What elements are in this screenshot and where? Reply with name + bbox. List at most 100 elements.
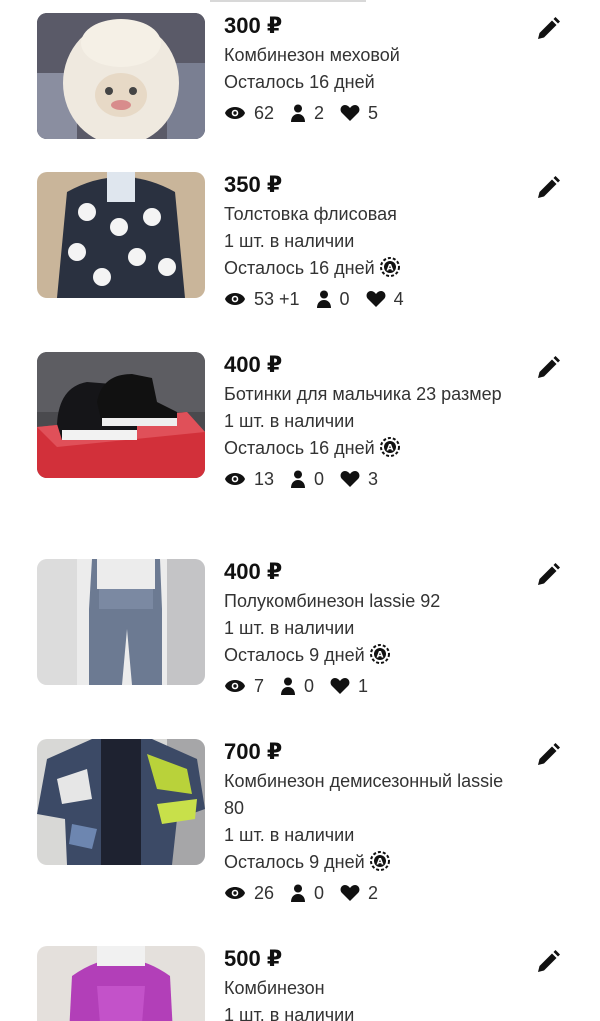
likes-count: 2 bbox=[368, 883, 379, 903]
listing-item[interactable]: 350 ₽ Толстовка флисовая 1 шт. в наличии… bbox=[0, 172, 600, 342]
views-stat: 7 bbox=[224, 669, 264, 703]
eye-icon bbox=[225, 680, 245, 692]
heart-icon bbox=[340, 105, 360, 121]
likes-count: 3 bbox=[368, 469, 379, 489]
svg-text:A: A bbox=[386, 444, 393, 454]
listing-price: 300 ₽ bbox=[224, 13, 283, 38]
views-count: 26 bbox=[254, 883, 275, 903]
likes-count: 5 bbox=[368, 103, 379, 123]
listing-price: 400 ₽ bbox=[224, 559, 283, 584]
contacts-count: 0 bbox=[339, 289, 350, 309]
likes-stat: 2 bbox=[340, 876, 378, 910]
listing-stock: 1 шт. в наличии bbox=[224, 411, 355, 431]
likes-count: 1 bbox=[358, 676, 369, 696]
promo-badge-icon[interactable]: A bbox=[369, 850, 391, 872]
listing-stats: 62 2 5 bbox=[224, 96, 524, 130]
listing-stats: 7 0 1 bbox=[224, 669, 524, 703]
contacts-count: 0 bbox=[314, 469, 325, 489]
promo-badge-icon[interactable]: A bbox=[369, 643, 391, 665]
heart-icon bbox=[366, 291, 386, 307]
listing-expiry: Осталось 16 дней A bbox=[224, 435, 524, 462]
eye-icon bbox=[225, 887, 245, 899]
listing-stats: 13 0 3 bbox=[224, 462, 524, 496]
person-icon bbox=[281, 677, 296, 695]
listing-stock: 1 шт. в наличии bbox=[224, 1005, 355, 1021]
listing-stock: 1 шт. в наличии bbox=[224, 825, 355, 845]
edit-button[interactable] bbox=[532, 739, 564, 771]
promo-badge-icon[interactable]: A bbox=[379, 256, 401, 278]
views-stat: 62 bbox=[224, 96, 274, 130]
person-icon bbox=[291, 104, 306, 122]
edit-button[interactable] bbox=[532, 172, 564, 204]
listing-stats: 53 +1 0 4 bbox=[224, 282, 524, 316]
listing-photo[interactable] bbox=[37, 352, 205, 478]
listing-photo[interactable] bbox=[37, 559, 205, 685]
promo-badge-icon[interactable]: A bbox=[379, 436, 401, 458]
listing-title: Полукомбинезон lassie 92 bbox=[224, 591, 441, 611]
listing-item[interactable]: 300 ₽ Комбинезон меховой Осталось 16 дне… bbox=[0, 13, 600, 163]
top-divider bbox=[210, 0, 366, 2]
views-count: 62 bbox=[254, 103, 275, 123]
pencil-icon bbox=[538, 743, 560, 765]
heart-icon bbox=[340, 471, 360, 487]
listing-item[interactable]: 700 ₽ Комбинезон демисезонный lassie 80 … bbox=[0, 739, 600, 919]
likes-stat: 5 bbox=[340, 96, 378, 130]
listing-price: 400 ₽ bbox=[224, 352, 283, 377]
contacts-count: 2 bbox=[314, 103, 325, 123]
listing-item[interactable]: 500 ₽ Комбинезон 1 шт. в наличии bbox=[0, 946, 600, 1021]
views-stat: 26 bbox=[224, 876, 274, 910]
listing-title: Комбинезон bbox=[224, 978, 325, 998]
contacts-stat: 0 bbox=[280, 669, 314, 703]
svg-text:A: A bbox=[376, 858, 383, 868]
svg-text:A: A bbox=[386, 264, 393, 274]
listing-expiry: Осталось 9 дней A bbox=[224, 849, 524, 876]
listing-expiry: Осталось 9 дней A bbox=[224, 642, 524, 669]
edit-button[interactable] bbox=[532, 13, 564, 45]
views-stat: 53 +1 bbox=[224, 282, 300, 316]
listing-title: Ботинки для мальчика 23 размер bbox=[224, 384, 502, 404]
edit-button[interactable] bbox=[532, 559, 564, 591]
pencil-icon bbox=[538, 17, 560, 39]
contacts-count: 0 bbox=[304, 676, 315, 696]
listing-price: 350 ₽ bbox=[224, 172, 283, 197]
views-count: 13 bbox=[254, 469, 275, 489]
eye-icon bbox=[225, 473, 245, 485]
pencil-icon bbox=[538, 563, 560, 585]
eye-icon bbox=[225, 107, 245, 119]
edit-button[interactable] bbox=[532, 352, 564, 384]
likes-stat: 4 bbox=[366, 282, 404, 316]
svg-text:A: A bbox=[376, 651, 383, 661]
likes-count: 4 bbox=[393, 289, 404, 309]
pencil-icon bbox=[538, 950, 560, 972]
listing-price: 700 ₽ bbox=[224, 739, 283, 764]
heart-icon bbox=[330, 678, 350, 694]
listing-title: Комбинезон демисезонный lassie 80 bbox=[224, 771, 504, 818]
listing-title: Толстовка флисовая bbox=[224, 204, 397, 224]
listing-stats: 26 0 2 bbox=[224, 876, 524, 910]
listing-price: 500 ₽ bbox=[224, 946, 283, 971]
listing-expiry: Осталось 16 дней A bbox=[224, 255, 524, 282]
likes-stat: 3 bbox=[340, 462, 378, 496]
listing-item[interactable]: 400 ₽ Полукомбинезон lassie 92 1 шт. в н… bbox=[0, 559, 600, 719]
heart-icon bbox=[340, 885, 360, 901]
listing-stock: 1 шт. в наличии bbox=[224, 618, 355, 638]
person-icon bbox=[291, 884, 306, 902]
pencil-icon bbox=[538, 176, 560, 198]
likes-stat: 1 bbox=[330, 669, 368, 703]
eye-icon bbox=[225, 293, 245, 305]
listing-item[interactable]: 400 ₽ Ботинки для мальчика 23 размер 1 ш… bbox=[0, 352, 600, 532]
listing-photo[interactable] bbox=[37, 739, 205, 865]
edit-button[interactable] bbox=[532, 946, 564, 978]
contacts-stat: 0 bbox=[290, 462, 324, 496]
listing-photo[interactable] bbox=[37, 13, 205, 139]
contacts-stat: 0 bbox=[316, 282, 350, 316]
listing-photo[interactable] bbox=[37, 946, 205, 1021]
contacts-stat: 2 bbox=[290, 96, 324, 130]
listing-photo[interactable] bbox=[37, 172, 205, 298]
person-icon bbox=[291, 470, 306, 488]
views-stat: 13 bbox=[224, 462, 274, 496]
listing-title: Комбинезон меховой bbox=[224, 45, 400, 65]
pencil-icon bbox=[538, 356, 560, 378]
listing-expiry: Осталось 16 дней bbox=[224, 72, 375, 92]
contacts-stat: 0 bbox=[290, 876, 324, 910]
